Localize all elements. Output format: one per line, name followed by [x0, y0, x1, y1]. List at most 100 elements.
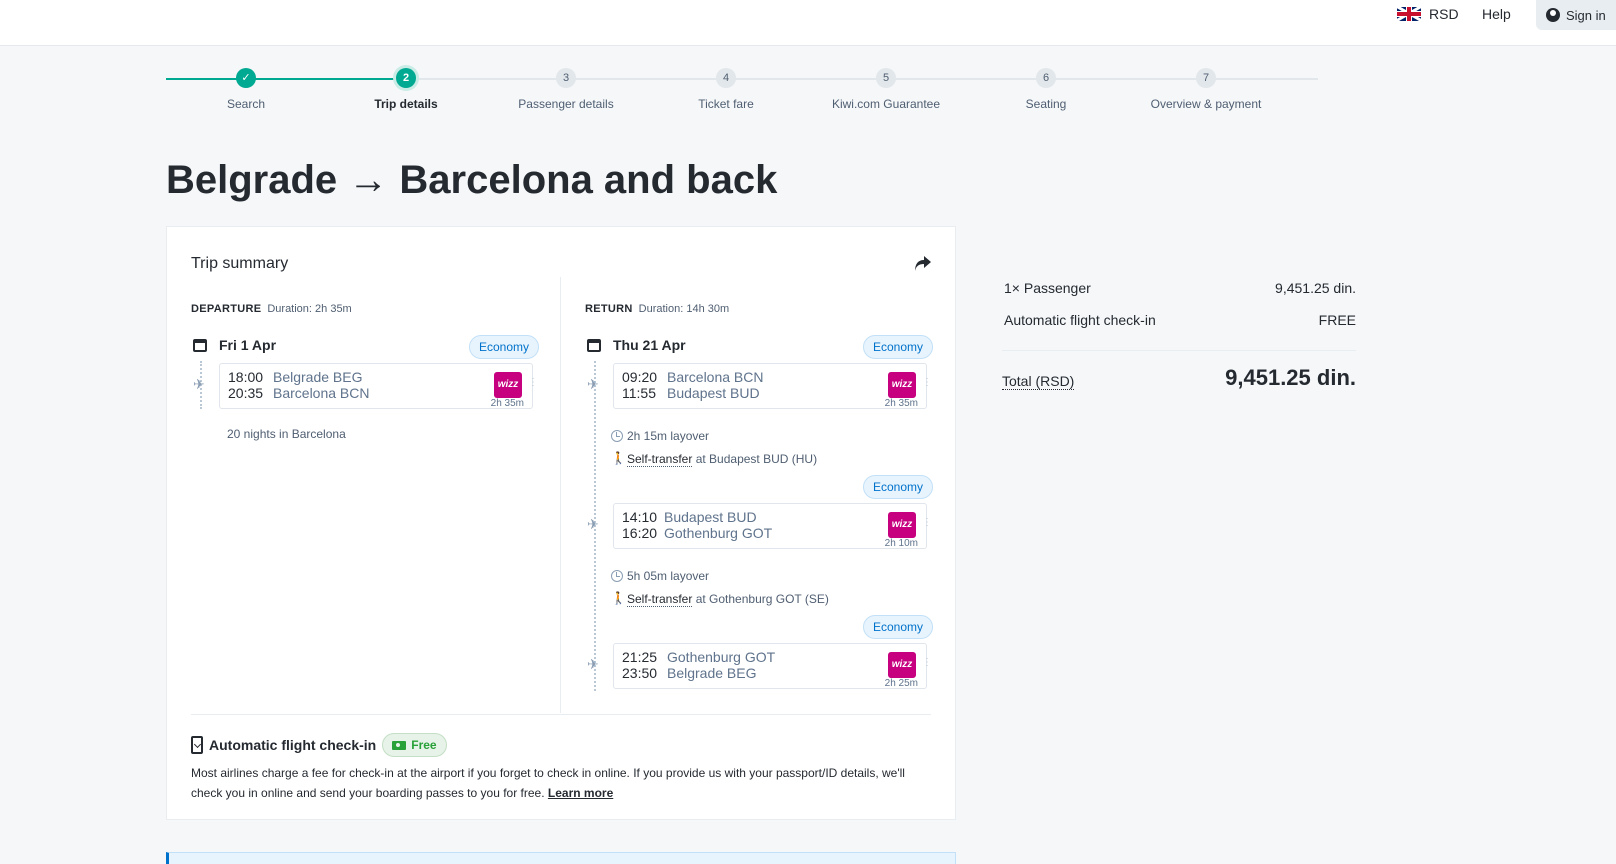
- arrival-time: 11:55: [622, 385, 656, 401]
- step-label: Ticket fare: [698, 97, 754, 111]
- more-icon: ⋮: [922, 377, 932, 388]
- step-label: Trip details: [374, 97, 438, 111]
- checkin-price: FREE: [1318, 312, 1356, 328]
- origin-airport: Belgrade BEG: [273, 369, 363, 385]
- step-guarantee: 5 Kiwi.com Guarantee: [801, 68, 971, 111]
- return-date: Thu 21 Apr: [613, 337, 686, 353]
- origin-airport: Gothenburg GOT: [667, 649, 776, 665]
- total-price-row: Total (RSD) 9,451.25 din.: [1002, 351, 1356, 401]
- step-number: 2: [396, 68, 416, 88]
- wizz-air-logo: wizz: [888, 512, 916, 538]
- passenger-price-row: 1× Passenger 9,451.25 din.: [1002, 276, 1356, 308]
- checkin-label: Automatic flight check-in: [1004, 312, 1156, 328]
- passenger-price: 9,451.25 din.: [1275, 280, 1356, 296]
- price-summary: 1× Passenger 9,451.25 din. Automatic fli…: [1002, 276, 1356, 401]
- booking-progress-steps: ✓ Search 2 Trip details 3 Passenger deta…: [166, 68, 1318, 118]
- return-header: RETURN Duration: 14h 30m: [585, 303, 730, 315]
- step-number: 7: [1196, 68, 1216, 88]
- checkin-description: Most airlines charge a fee for check-in …: [191, 766, 905, 800]
- more-icon: ⋮: [528, 377, 538, 388]
- calendar-icon: [587, 339, 601, 352]
- wizz-air-logo: wizz: [888, 652, 916, 678]
- currency-selector[interactable]: RSD: [1397, 6, 1459, 22]
- clock-icon: [611, 570, 623, 582]
- flight-card[interactable]: 09:20 11:55 Barcelona BCN Budapest BUD wiz…: [613, 363, 932, 409]
- arrival-time: 20:35: [228, 385, 264, 401]
- free-badge: Free: [382, 733, 447, 757]
- column-divider: [560, 277, 561, 713]
- step-label: Search: [226, 97, 266, 111]
- learn-more-link[interactable]: Learn more: [548, 786, 613, 800]
- plane-icon: ✈: [587, 656, 599, 672]
- arrival-time: 16:20: [622, 525, 658, 541]
- self-transfer-link[interactable]: Self-transfer: [627, 592, 693, 607]
- step-label: Passenger details: [518, 97, 614, 111]
- self-transfer-icon: 🚶: [611, 591, 626, 605]
- arrival-time: 23:50: [622, 665, 658, 681]
- sign-in-label: Sign in: [1566, 7, 1606, 23]
- clock-icon: [611, 430, 623, 442]
- passenger-label: 1× Passenger: [1004, 280, 1091, 296]
- calendar-icon: [193, 339, 207, 352]
- step-number: 6: [1036, 68, 1056, 88]
- step-passenger-details: 3 Passenger details: [481, 68, 651, 111]
- departure-time: 21:25: [622, 649, 658, 665]
- departure-time: 09:20: [622, 369, 658, 385]
- origin-airport: Barcelona BCN: [667, 369, 764, 385]
- wizz-air-logo: wizz: [494, 372, 522, 398]
- flight-duration: 2h 10m: [884, 538, 918, 549]
- checkin-price-row: Automatic flight check-in FREE: [1002, 308, 1356, 340]
- departure-header: DEPARTURE Duration: 2h 35m: [191, 303, 352, 315]
- mobile-checkin-icon: [191, 736, 203, 754]
- step-label: Seating: [1025, 97, 1067, 111]
- layover-duration: 5h 05m layover: [611, 569, 709, 583]
- self-transfer-info: 🚶 Self-transfer at Budapest BUD (HU): [611, 451, 818, 467]
- stay-duration: 20 nights in Barcelona: [227, 427, 346, 441]
- departure-segment: DEPARTURE Duration: 2h 35m Fri 1 Apr Econ…: [191, 303, 539, 441]
- automatic-checkin-header: Automatic flight check-in Free: [191, 733, 447, 757]
- sign-in-button[interactable]: Sign in: [1536, 0, 1616, 30]
- self-transfer-link[interactable]: Self-transfer: [627, 452, 693, 467]
- self-transfer-info: 🚶 Self-transfer at Gothenburg GOT (SE): [611, 591, 829, 607]
- return-date-row: Thu 21 Apr Economy: [585, 335, 933, 359]
- top-navigation-bar: RSD Help Sign in: [0, 0, 1616, 46]
- page-title: Belgrade → Barcelona and back: [166, 158, 778, 202]
- flight-card[interactable]: 18:00 20:35 Belgrade BEG Barcelona BCN wiz…: [219, 363, 538, 409]
- step-trip-details: 2 Trip details: [321, 68, 491, 111]
- destination-airport: Belgrade BEG: [667, 665, 757, 681]
- cabin-class-badge: Economy: [862, 475, 933, 499]
- step-seating: 6 Seating: [961, 68, 1131, 111]
- flight-duration: 2h 35m: [884, 398, 918, 409]
- share-icon[interactable]: [913, 253, 933, 273]
- return-segment: RETURN Duration: 14h 30m Thu 21 Apr Econo…: [585, 303, 933, 691]
- departure-time: 14:10: [622, 509, 658, 525]
- currency-label: RSD: [1429, 6, 1459, 22]
- destination-airport: Gothenburg GOT: [664, 525, 773, 541]
- uk-flag-icon: [1397, 7, 1421, 21]
- departure-date: Fri 1 Apr: [219, 337, 277, 353]
- checkin-title: Automatic flight check-in: [209, 737, 377, 753]
- check-icon: ✓: [236, 68, 256, 88]
- plane-icon: ✈: [193, 376, 205, 392]
- step-number: 5: [876, 68, 896, 88]
- step-ticket-fare: 4 Ticket fare: [641, 68, 811, 111]
- plane-icon: ✈: [587, 516, 599, 532]
- step-search[interactable]: ✓ Search: [161, 68, 331, 111]
- user-icon: [1546, 8, 1560, 22]
- section-divider: [191, 714, 931, 715]
- more-icon: ⋮: [922, 657, 932, 668]
- destination-airport: Budapest BUD: [667, 385, 760, 401]
- wizz-air-logo: wizz: [888, 372, 916, 398]
- layover-duration: 2h 15m layover: [611, 429, 709, 443]
- step-overview-payment: 7 Overview & payment: [1121, 68, 1291, 111]
- flight-card[interactable]: 14:10 16:20 Budapest BUD Gothenburg GOT wi…: [613, 503, 932, 549]
- help-link[interactable]: Help: [1482, 6, 1511, 22]
- flight-card[interactable]: 21:25 23:50 Gothenburg GOT Belgrade BEG wi…: [613, 643, 932, 689]
- cabin-class-badge: Economy: [862, 335, 933, 359]
- total-label[interactable]: Total (RSD): [1002, 373, 1075, 390]
- self-transfer-icon: 🚶: [611, 451, 626, 465]
- info-banner: [166, 852, 956, 864]
- plane-icon: ✈: [587, 376, 599, 392]
- cash-icon: [392, 740, 407, 750]
- flight-duration: 2h 25m: [884, 678, 918, 689]
